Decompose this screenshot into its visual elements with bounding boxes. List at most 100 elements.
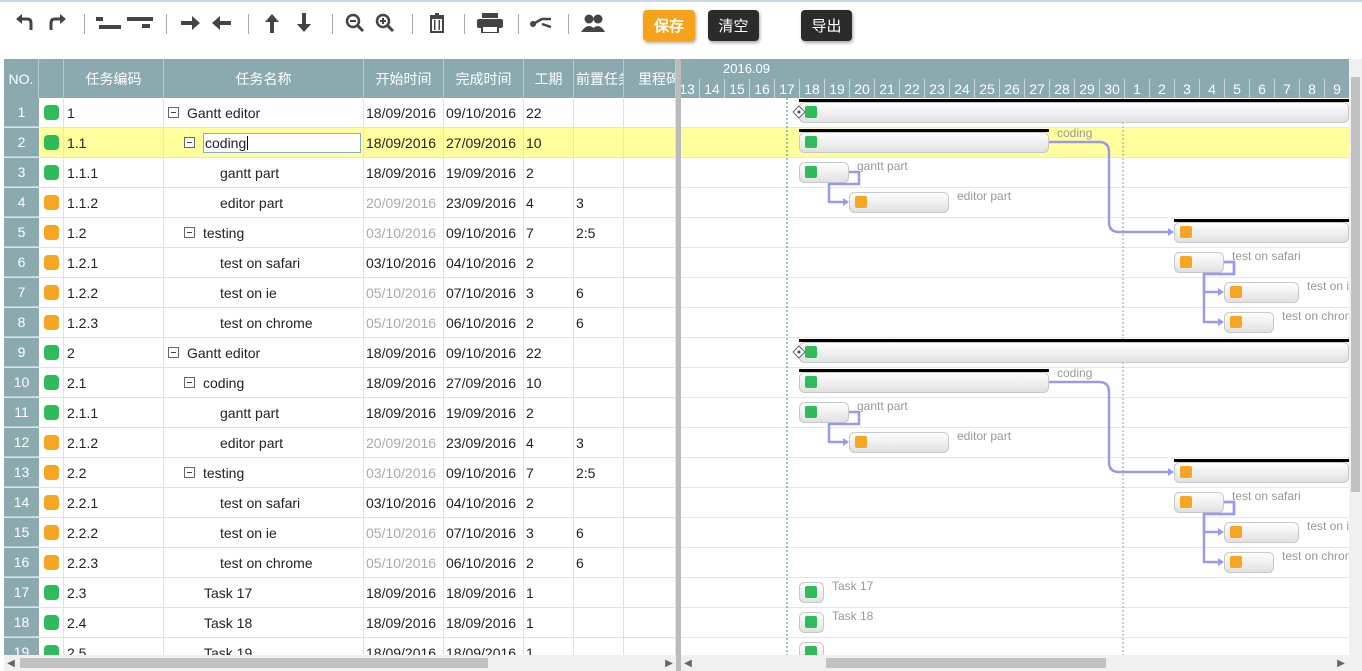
row-number[interactable]: 13 [4,458,39,487]
task-name[interactable]: gantt part [220,405,279,421]
duration[interactable]: 3 [524,518,574,547]
start-date[interactable]: 18/09/2016 [364,578,444,607]
status-icon[interactable] [44,165,59,180]
table-row[interactable]: 2 1.1 coding 18/09/2016 27/09/2016 10 [4,128,676,158]
task-code[interactable]: 2.1.1 [64,398,164,427]
predecessors[interactable] [574,98,624,127]
move-left-icon[interactable] [208,10,234,36]
row-number[interactable]: 4 [4,188,39,217]
duration[interactable]: 2 [524,398,574,427]
milestone-cell[interactable] [624,338,676,367]
header-predecessors[interactable]: 前置任务 [574,59,624,98]
table-row[interactable]: 10 2.1 coding 18/09/2016 27/09/2016 10 [4,368,676,398]
end-date[interactable]: 09/10/2016 [444,338,524,367]
start-date[interactable]: 18/09/2016 [364,398,444,427]
status-icon[interactable] [44,285,59,300]
vertical-scrollbar[interactable] [1349,59,1362,655]
milestone-cell[interactable] [624,158,676,187]
collapse-icon[interactable] [184,377,195,388]
task-code[interactable]: 2.4 [64,608,164,637]
task-code[interactable]: 1.1.2 [64,188,164,217]
predecessors[interactable]: 6 [574,308,624,337]
status-icon[interactable] [44,375,59,390]
end-date[interactable]: 18/09/2016 [444,638,524,655]
milestone-cell[interactable] [624,368,676,397]
header-status[interactable] [39,59,64,98]
collapse-icon[interactable] [168,107,179,118]
duration[interactable]: 7 [524,218,574,247]
start-date[interactable]: 03/10/2016 [364,458,444,487]
end-date[interactable]: 07/10/2016 [444,278,524,307]
end-date[interactable]: 06/10/2016 [444,548,524,577]
move-up-icon[interactable] [259,10,285,36]
milestone-cell[interactable] [624,428,676,457]
end-date[interactable]: 09/10/2016 [444,98,524,127]
row-number[interactable]: 17 [4,578,39,607]
task-name[interactable]: test on safari [220,255,300,271]
task-code[interactable]: 2.2.1 [64,488,164,517]
duration[interactable]: 22 [524,98,574,127]
task-name[interactable]: test on safari [220,495,300,511]
end-date[interactable]: 06/10/2016 [444,308,524,337]
status-icon[interactable] [44,435,59,450]
start-date[interactable]: 05/10/2016 [364,308,444,337]
start-date[interactable]: 18/09/2016 [364,128,444,157]
gantt-horizontal-scrollbar[interactable]: ◀ ▶ [681,655,1362,671]
task-code[interactable]: 1.1 [64,128,164,157]
grid-horizontal-scrollbar[interactable]: ◀ ▶ [4,655,676,671]
start-date[interactable]: 03/10/2016 [364,248,444,277]
task-code[interactable]: 2.5 [64,638,164,655]
predecessors[interactable]: 6 [574,548,624,577]
predecessors[interactable] [574,398,624,427]
collapse-icon[interactable] [184,227,195,238]
task-name[interactable]: test on chrome [220,555,313,571]
status-icon[interactable] [44,555,59,570]
milestone-cell[interactable] [624,308,676,337]
duration[interactable]: 2 [524,248,574,277]
collapse-icon[interactable] [184,467,195,478]
table-row[interactable]: 17 2.3 Task 17 18/09/2016 18/09/2016 1 [4,578,676,608]
predecessors[interactable] [574,248,624,277]
task-code[interactable]: 1.2 [64,218,164,247]
duration[interactable]: 10 [524,128,574,157]
scroll-right-icon[interactable]: ▶ [1334,655,1348,671]
status-icon[interactable] [44,465,59,480]
end-date[interactable]: 18/09/2016 [444,608,524,637]
task-code[interactable]: 2.2 [64,458,164,487]
end-date[interactable]: 18/09/2016 [444,578,524,607]
milestone-cell[interactable] [624,638,676,655]
start-date[interactable]: 18/09/2016 [364,98,444,127]
status-icon[interactable] [44,495,59,510]
predecessors[interactable] [574,638,624,655]
milestone-cell[interactable] [624,548,676,577]
collapse-icon[interactable] [184,137,195,148]
save-button[interactable]: 保存 [643,10,695,41]
duration[interactable]: 1 [524,638,574,655]
end-date[interactable]: 27/09/2016 [444,368,524,397]
task-code[interactable]: 1.1.1 [64,158,164,187]
start-date[interactable]: 18/09/2016 [364,368,444,397]
milestone-cell[interactable] [624,458,676,487]
milestone-cell[interactable] [624,608,676,637]
row-number[interactable]: 7 [4,278,39,307]
table-row[interactable]: 13 2.2 testing 03/10/2016 09/10/2016 7 2:5 [4,458,676,488]
row-number[interactable]: 1 [4,98,39,127]
predecessors[interactable] [574,128,624,157]
predecessors[interactable] [574,158,624,187]
duration[interactable]: 2 [524,548,574,577]
table-row[interactable]: 8 1.2.3 test on chrome 05/10/2016 06/10/2016… [4,308,676,338]
duration[interactable]: 2 [524,158,574,187]
start-date[interactable]: 18/09/2016 [364,638,444,655]
task-name[interactable]: Task 19 [204,645,252,656]
status-icon[interactable] [44,255,59,270]
milestone-cell[interactable] [624,218,676,247]
row-number[interactable]: 11 [4,398,39,427]
start-date[interactable]: 05/10/2016 [364,278,444,307]
status-icon[interactable] [44,585,59,600]
table-row[interactable]: 14 2.2.1 test on safari 03/10/2016 04/10/201… [4,488,676,518]
start-date[interactable]: 03/10/2016 [364,488,444,517]
task-code[interactable]: 2.3 [64,578,164,607]
task-name[interactable]: editor part [220,435,283,451]
task-name[interactable]: test on ie [220,525,277,541]
outdent-icon[interactable] [126,10,154,36]
